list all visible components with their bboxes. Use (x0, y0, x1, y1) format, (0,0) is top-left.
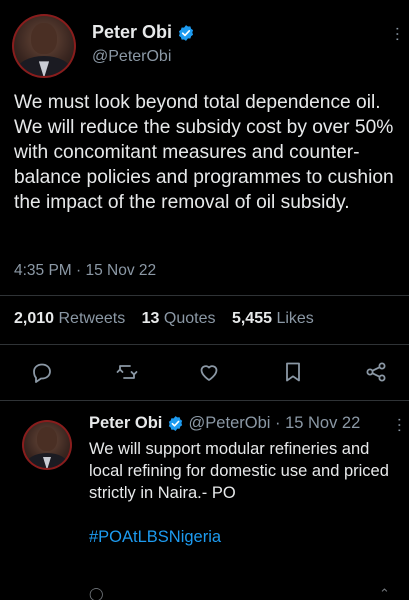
reply-header: Peter Obi @PeterObi · 15 Nov 22 (89, 414, 360, 433)
tweet-timestamp[interactable]: 4:35 PM · 15 Nov 22 (14, 262, 156, 280)
quotes-label[interactable]: Quotes (164, 310, 216, 327)
retweets-count[interactable]: 2,010 (14, 310, 54, 327)
retweet-icon (116, 365, 138, 379)
reply-author-avatar[interactable] (22, 420, 72, 470)
share-icon (366, 362, 386, 382)
bookmark-button[interactable] (281, 360, 305, 384)
reply-handle-date[interactable]: @PeterObi · 15 Nov 22 (189, 414, 361, 432)
like-button[interactable] (197, 360, 221, 384)
retweets-label[interactable]: Retweets (59, 310, 126, 327)
reply-icon[interactable]: ◯ (89, 586, 104, 600)
quotes-count[interactable]: 13 (142, 310, 160, 327)
bookmark-icon (286, 362, 300, 382)
verified-badge-icon (168, 416, 183, 432)
reply-action-bar: ◯ ⌃ (89, 586, 389, 600)
more-options-icon[interactable]: ··· (389, 26, 406, 42)
tweet-text: We must look beyond total dependence oil… (14, 92, 394, 213)
author-name-row[interactable]: Peter Obi (92, 22, 195, 43)
share-button[interactable] (364, 360, 388, 384)
reply-tweet-text: We will support modular refineries and l… (89, 440, 389, 502)
divider (0, 400, 409, 401)
author-avatar[interactable] (12, 14, 76, 78)
like-icon (200, 365, 218, 381)
share-icon[interactable]: ⌃ (379, 586, 389, 600)
reply-more-options-icon[interactable]: ··· (391, 417, 408, 433)
likes-label[interactable]: Likes (276, 310, 313, 327)
author-name[interactable]: Peter Obi (92, 22, 172, 42)
hashtag-link[interactable]: #POAtLBSNigeria (89, 528, 221, 547)
reply-icon (33, 363, 51, 383)
likes-count[interactable]: 5,455 (232, 310, 272, 327)
divider (0, 344, 409, 345)
verified-badge-icon (178, 25, 194, 42)
reply-author-name[interactable]: Peter Obi (89, 414, 162, 432)
retweet-button[interactable] (115, 360, 139, 384)
reply-button[interactable] (30, 360, 54, 384)
divider (0, 295, 409, 296)
tweet-stats: 2,010 Retweets 13 Quotes 5,455 Likes (14, 310, 326, 328)
author-handle[interactable]: @PeterObi (92, 48, 171, 66)
